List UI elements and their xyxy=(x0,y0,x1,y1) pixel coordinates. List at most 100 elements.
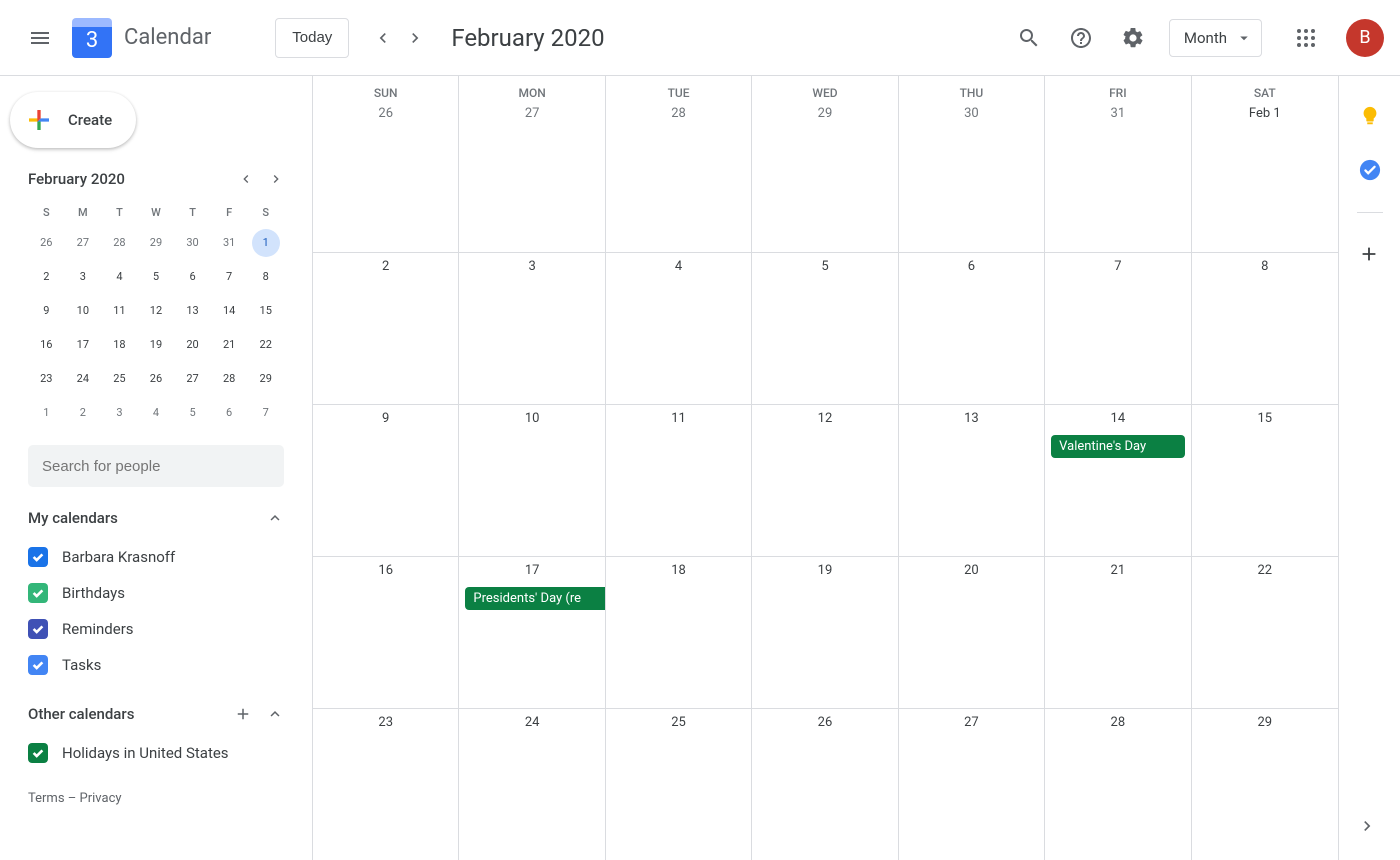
calendar-item[interactable]: Reminders xyxy=(28,611,284,647)
day-cell[interactable]: 27 xyxy=(459,100,605,252)
day-cell[interactable]: 6 xyxy=(899,253,1045,404)
day-cell[interactable]: 23 xyxy=(313,709,459,860)
calendar-checkbox[interactable] xyxy=(28,583,48,603)
mini-day[interactable]: 19 xyxy=(142,331,170,359)
calendar-logo[interactable]: 3 xyxy=(72,18,112,58)
day-cell[interactable]: 26 xyxy=(752,709,898,860)
collapse-panel-button[interactable] xyxy=(1357,816,1377,840)
mini-day[interactable]: 5 xyxy=(142,263,170,291)
mini-day[interactable]: 3 xyxy=(69,263,97,291)
mini-day[interactable]: 14 xyxy=(215,297,243,325)
help-button[interactable] xyxy=(1059,16,1103,60)
mini-day[interactable]: 6 xyxy=(179,263,207,291)
mini-day[interactable]: 2 xyxy=(32,263,60,291)
calendar-checkbox[interactable] xyxy=(28,655,48,675)
day-cell[interactable]: 4 xyxy=(606,253,752,404)
main-menu-button[interactable] xyxy=(16,14,64,62)
mini-day[interactable]: 28 xyxy=(105,229,133,257)
day-cell[interactable]: 17Presidents' Day (re xyxy=(459,557,605,708)
day-cell[interactable]: 16 xyxy=(313,557,459,708)
google-apps-button[interactable] xyxy=(1286,18,1326,58)
mini-day[interactable]: 13 xyxy=(179,297,207,325)
day-cell[interactable]: 27 xyxy=(899,709,1045,860)
mini-day[interactable]: 29 xyxy=(252,365,280,393)
day-cell[interactable]: 18 xyxy=(606,557,752,708)
settings-button[interactable] xyxy=(1111,16,1155,60)
privacy-link[interactable]: Privacy xyxy=(80,791,122,806)
mini-day[interactable]: 29 xyxy=(142,229,170,257)
today-button[interactable]: Today xyxy=(275,18,349,58)
day-cell[interactable]: 10 xyxy=(459,405,605,556)
calendar-checkbox[interactable] xyxy=(28,547,48,567)
view-select[interactable]: Month xyxy=(1169,19,1262,57)
mini-day[interactable]: 6 xyxy=(215,399,243,427)
day-cell[interactable]: 21 xyxy=(1045,557,1191,708)
day-cell[interactable]: 2 xyxy=(313,253,459,404)
next-month-button[interactable] xyxy=(399,22,431,54)
mini-day[interactable]: 18 xyxy=(105,331,133,359)
add-calendar-button[interactable] xyxy=(234,705,252,723)
other-calendars-toggle[interactable]: Other calendars xyxy=(28,705,284,723)
create-button[interactable]: Create xyxy=(10,92,136,148)
day-cell[interactable]: 3 xyxy=(459,253,605,404)
mini-day[interactable]: 5 xyxy=(179,399,207,427)
day-cell[interactable]: 20 xyxy=(899,557,1045,708)
mini-day[interactable]: 30 xyxy=(179,229,207,257)
day-cell[interactable]: 29 xyxy=(752,100,898,252)
add-on-button[interactable] xyxy=(1358,243,1382,267)
day-cell[interactable]: 14Valentine's Day xyxy=(1045,405,1191,556)
day-cell[interactable]: 28 xyxy=(1045,709,1191,860)
day-cell[interactable]: 13 xyxy=(899,405,1045,556)
mini-day[interactable]: 31 xyxy=(215,229,243,257)
day-cell[interactable]: 15 xyxy=(1192,405,1338,556)
mini-day[interactable]: 27 xyxy=(179,365,207,393)
mini-day[interactable]: 26 xyxy=(142,365,170,393)
day-cell[interactable]: 30 xyxy=(899,100,1045,252)
mini-next-button[interactable] xyxy=(268,171,284,187)
day-cell[interactable]: 11 xyxy=(606,405,752,556)
day-cell[interactable]: 25 xyxy=(606,709,752,860)
mini-day[interactable]: 21 xyxy=(215,331,243,359)
day-cell[interactable]: 29 xyxy=(1192,709,1338,860)
day-cell[interactable]: Feb 1 xyxy=(1192,100,1338,252)
prev-month-button[interactable] xyxy=(367,22,399,54)
day-cell[interactable]: 28 xyxy=(606,100,752,252)
people-search-input[interactable] xyxy=(28,445,284,487)
mini-day[interactable]: 9 xyxy=(32,297,60,325)
keep-button[interactable] xyxy=(1358,104,1382,128)
mini-day[interactable]: 3 xyxy=(105,399,133,427)
mini-day[interactable]: 1 xyxy=(32,399,60,427)
mini-day[interactable]: 4 xyxy=(105,263,133,291)
mini-day[interactable]: 11 xyxy=(105,297,133,325)
calendar-item[interactable]: Barbara Krasnoff xyxy=(28,539,284,575)
calendar-checkbox[interactable] xyxy=(28,619,48,639)
mini-day[interactable]: 8 xyxy=(252,263,280,291)
mini-day[interactable]: 26 xyxy=(32,229,60,257)
event-chip[interactable]: Valentine's Day xyxy=(1051,435,1184,458)
event-chip[interactable]: Presidents' Day (re xyxy=(465,587,604,610)
my-calendars-toggle[interactable]: My calendars xyxy=(28,509,284,527)
tasks-button[interactable] xyxy=(1358,158,1382,182)
mini-day[interactable]: 27 xyxy=(69,229,97,257)
terms-link[interactable]: Terms xyxy=(28,791,65,806)
mini-day[interactable]: 25 xyxy=(105,365,133,393)
day-cell[interactable]: 31 xyxy=(1045,100,1191,252)
day-cell[interactable]: 8 xyxy=(1192,253,1338,404)
mini-day[interactable]: 7 xyxy=(252,399,280,427)
day-cell[interactable]: 26 xyxy=(313,100,459,252)
calendar-item[interactable]: Birthdays xyxy=(28,575,284,611)
mini-day[interactable]: 12 xyxy=(142,297,170,325)
day-cell[interactable]: 9 xyxy=(313,405,459,556)
day-cell[interactable]: 22 xyxy=(1192,557,1338,708)
mini-day[interactable]: 28 xyxy=(215,365,243,393)
search-button[interactable] xyxy=(1007,16,1051,60)
mini-day[interactable]: 7 xyxy=(215,263,243,291)
calendar-item[interactable]: Tasks xyxy=(28,647,284,683)
mini-prev-button[interactable] xyxy=(238,171,254,187)
mini-day[interactable]: 17 xyxy=(69,331,97,359)
mini-day[interactable]: 15 xyxy=(252,297,280,325)
mini-day[interactable]: 10 xyxy=(69,297,97,325)
mini-day[interactable]: 23 xyxy=(32,365,60,393)
day-cell[interactable]: 5 xyxy=(752,253,898,404)
calendar-item[interactable]: Holidays in United States xyxy=(28,735,284,771)
